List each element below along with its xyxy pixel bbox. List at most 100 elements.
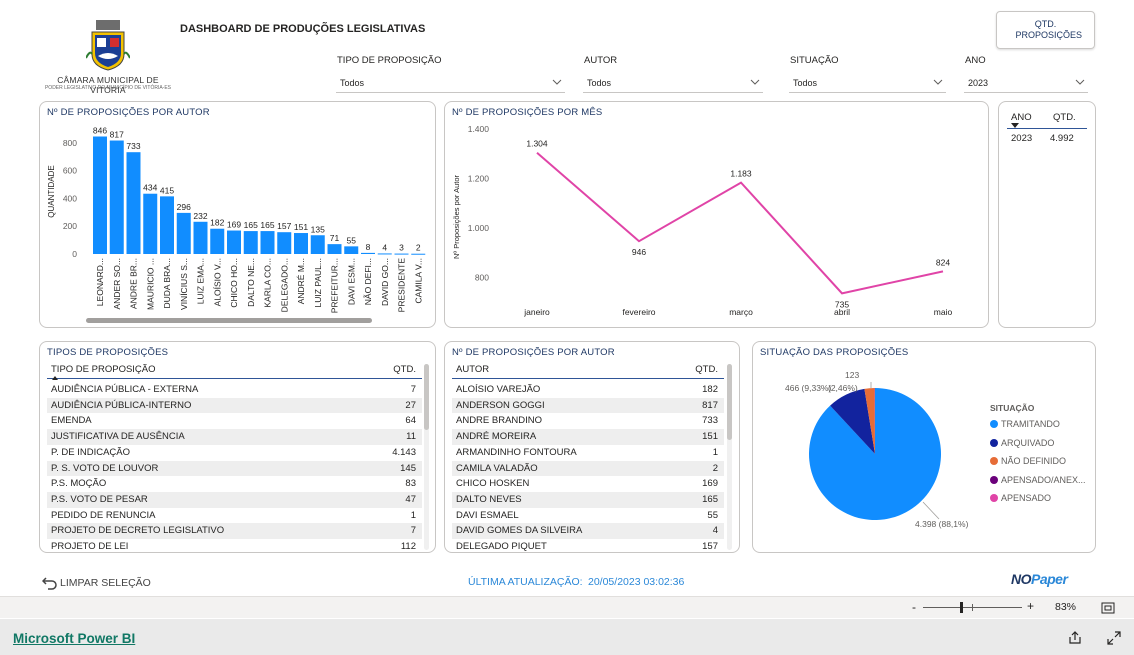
line-data-label: 946 (632, 247, 646, 257)
bar[interactable] (193, 221, 208, 254)
bar[interactable] (126, 152, 141, 254)
chevron-down-icon (1075, 79, 1085, 85)
table-row[interactable]: DAVI ESMAEL 55 (452, 508, 724, 524)
bar[interactable] (176, 212, 191, 254)
table-row[interactable]: EMENDA 64 (47, 413, 422, 429)
bar-data-label: 817 (110, 130, 124, 140)
table-row[interactable]: ANDRE BRANDINO 733 (452, 413, 724, 429)
legend-dot-icon (990, 475, 998, 484)
table-row[interactable]: ANDERSON GOGGI 817 (452, 397, 724, 414)
table-row[interactable]: PROJETO DE LEI 112 (47, 539, 422, 552)
zoom-out-button[interactable]: - (912, 600, 916, 614)
tipo-qtd-cell: 83 (405, 478, 416, 490)
bar[interactable] (361, 252, 375, 254)
autor-col-qtd[interactable]: QTD. (695, 364, 718, 375)
table-row[interactable]: JUSTIFICATIVA DE AUSÊNCIA 11 (47, 429, 422, 445)
autor-qtd-cell: 817 (702, 399, 718, 411)
tipo-qtd-cell: 145 (400, 462, 416, 474)
table-row[interactable]: PEDIDO DE RENUNCIA 1 (47, 508, 422, 524)
bar[interactable] (227, 230, 241, 254)
table-row[interactable]: AUDIÊNCIA PÚBLICA-INTERNO 27 (47, 397, 422, 414)
bar[interactable] (294, 233, 308, 254)
pie-legend-item[interactable]: ARQUIVADO (990, 438, 1054, 448)
bar[interactable] (93, 136, 107, 255)
qtd-proposicoes-button[interactable]: QTD. PROPOSIÇÕES (996, 11, 1095, 49)
filter-tipo-label: TIPO DE PROPOSIÇÃO (337, 55, 442, 66)
table-row[interactable]: P.S. VOTO DE PESAR 47 (47, 491, 422, 508)
tipos-col-tipo[interactable]: TIPO DE PROPOSIÇÃO (51, 364, 156, 375)
autor-name-cell: DAVID GOMES DA SILVEIRA (456, 525, 583, 537)
bar-x-tick-label: ANDER SO... (112, 258, 122, 309)
filter-ano-value: 2023 (968, 78, 989, 88)
table-row[interactable]: DELEGADO PIQUET 157 (452, 539, 724, 552)
tipos-scrollbar[interactable] (424, 364, 429, 550)
year-col-header[interactable]: ANO (1011, 112, 1032, 123)
autor-table: AUTOR QTD. ALOÍSIO VAREJÃO 182 ANDERSON GO… (452, 363, 724, 552)
bar[interactable] (344, 246, 359, 254)
autor-table-title: Nº DE PROPOSIÇÕES POR AUTOR (452, 347, 615, 358)
clear-selection-button[interactable]: LIMPAR SELEÇÃO (42, 574, 151, 592)
bar-x-tick-label: PRESIDENTE (397, 258, 407, 313)
table-row[interactable]: P. DE INDICAÇÃO 4.143 (47, 445, 422, 461)
table-row[interactable]: CAMILA VALADÃO 2 (452, 460, 724, 477)
bar[interactable] (210, 228, 225, 254)
bar[interactable] (327, 244, 342, 254)
bar-x-tick-label: LUIZ PAUL... (313, 258, 323, 307)
powerbi-link[interactable]: Microsoft Power BI (13, 631, 135, 646)
autor-name-cell: DALTO NEVES (456, 493, 522, 505)
table-row[interactable]: DAVID GOMES DA SILVEIRA 4 (452, 523, 724, 539)
tipos-scroll-thumb[interactable] (424, 364, 429, 430)
table-row[interactable]: ANDRÉ MOREIRA 151 (452, 429, 724, 445)
pie-legend-item[interactable]: APENSADO/ANEX... (990, 475, 1086, 485)
bar[interactable] (310, 235, 325, 254)
bar-y-tick-label: 800 (63, 138, 77, 148)
bar-chart: QUANTIDADE 0 200 400 600 800 846 LEONARD... 817 A… (47, 126, 426, 313)
filter-autor-dropdown[interactable]: Todos (583, 73, 763, 93)
table-row[interactable]: ARMANDINHO FONTOURA 1 (452, 445, 724, 461)
table-row[interactable]: P. S. VOTO DE LOUVOR 145 (47, 460, 422, 477)
autor-scrollbar[interactable] (727, 364, 732, 550)
filter-tipo-dropdown[interactable]: Todos (336, 73, 565, 93)
bar-chart-scrollbar[interactable] (86, 318, 372, 323)
table-row[interactable]: ALOÍSIO VAREJÃO 182 (452, 382, 724, 398)
qtd-proposicoes-label: QTD. PROPOSIÇÕES (1015, 19, 1083, 40)
pie-legend-item[interactable]: TRAMITANDO (990, 419, 1060, 429)
org-tagline: PODER LEGISLATIVO DO MUNICÍPIO DE VITÓRI… (44, 85, 172, 91)
tipos-table: TIPO DE PROPOSIÇÃO QTD. AUDIÊNCIA PÚBLIC… (47, 363, 422, 552)
line-y-tick-label: 800 (475, 272, 489, 282)
share-icon[interactable] (1068, 631, 1082, 645)
qtd-col-header[interactable]: QTD. (1053, 112, 1076, 123)
pie-legend-item[interactable]: NÃO DEFINIDO (990, 456, 1066, 466)
bar[interactable] (411, 253, 426, 255)
pie-legend-item[interactable]: APENSADO (990, 493, 1051, 503)
table-row[interactable]: P.S. MOÇÃO 83 (47, 476, 422, 492)
bar[interactable] (160, 196, 174, 254)
zoom-in-button[interactable]: + (1027, 599, 1034, 613)
bar[interactable] (243, 231, 258, 254)
bar-chart-card: Nº DE PROPOSIÇÕES POR AUTOR QUANTIDADE 0 2… (39, 101, 436, 328)
bar[interactable] (277, 232, 292, 254)
bar[interactable] (109, 140, 124, 254)
table-row[interactable]: DALTO NEVES 165 (452, 491, 724, 508)
line-y-tick-label: 1.200 (468, 173, 490, 183)
bar[interactable] (394, 253, 409, 255)
zoom-slider-thumb[interactable] (960, 602, 963, 613)
table-row[interactable]: AUDIÊNCIA PÚBLICA - EXTERNA 7 (47, 382, 422, 398)
filter-ano-dropdown[interactable]: 2023 (964, 73, 1088, 93)
tipos-col-qtd[interactable]: QTD. (393, 364, 416, 375)
autor-scroll-thumb[interactable] (727, 364, 732, 440)
zoom-slider[interactable] (923, 602, 1022, 613)
table-row[interactable]: CHICO HOSKEN 169 (452, 476, 724, 492)
bar-x-tick-label: KARLA CO... (263, 258, 273, 308)
fullscreen-icon[interactable] (1107, 631, 1121, 645)
table-row[interactable]: PROJETO DE DECRETO LEGISLATIVO 7 (47, 523, 422, 539)
autor-col-autor[interactable]: AUTOR (456, 364, 489, 375)
bar[interactable] (260, 231, 275, 254)
tipo-name-cell: P.S. MOÇÃO (51, 478, 107, 490)
filter-situacao-dropdown[interactable]: Todos (789, 73, 946, 93)
zoom-bar: - + 83% (0, 596, 1134, 618)
bar[interactable] (143, 193, 158, 254)
autor-name-cell: CAMILA VALADÃO (456, 462, 538, 474)
bar[interactable] (377, 253, 392, 255)
fit-to-page-icon[interactable] (1101, 602, 1115, 614)
